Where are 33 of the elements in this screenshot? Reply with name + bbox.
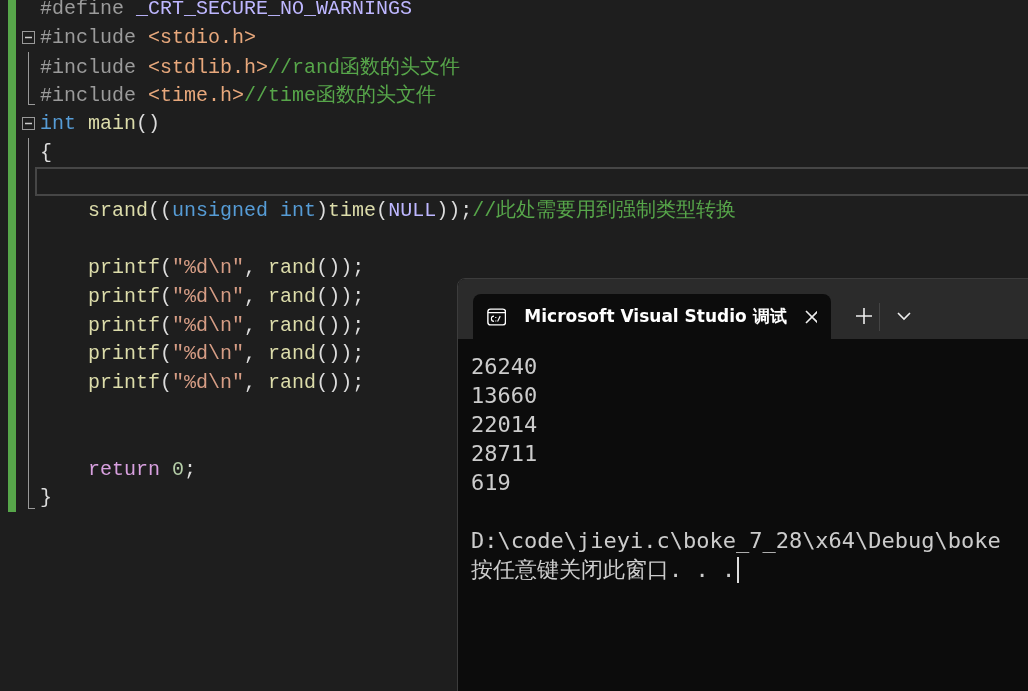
code-line: srand((unsigned int)time(NULL));//此处需要用到强制类型转换 — [87, 198, 737, 224]
console-output-line: 619 — [471, 469, 511, 497]
chevron-down-icon — [896, 311, 912, 321]
text-cursor — [737, 556, 740, 583]
console-icon — [487, 306, 507, 327]
collapse-icon[interactable] — [22, 30, 35, 44]
code-line: } — [40, 486, 52, 510]
console-output-line: 22014 — [471, 411, 538, 439]
plus-icon — [855, 307, 873, 325]
close-icon[interactable] — [804, 309, 817, 324]
console-output-line: 13660 — [471, 382, 538, 410]
console-output-line: D:\code\jieyi.c\boke_7_28\x64\Debug\boke — [471, 527, 1001, 555]
code-line: printf("%d\n", rand()); — [87, 342, 365, 366]
code-line: printf("%d\n", rand()); — [87, 313, 365, 337]
code-line: printf("%d\n", rand()); — [87, 371, 365, 395]
terminal-tab[interactable]: Microsoft Visual Studio 调试 — [473, 294, 831, 339]
console-output-line: 26240 — [471, 353, 538, 381]
code-line: int main() — [40, 112, 161, 136]
code-line: #include <time.h>//time函数的头文件 — [40, 83, 437, 109]
console-output-line: 28711 — [471, 440, 538, 468]
code-line: #include <stdio.h> — [40, 25, 257, 49]
code-line: #define _CRT_SECURE_NO_WARNINGS — [40, 0, 413, 20]
fold-end-line — [28, 80, 35, 106]
code-line: { — [40, 140, 52, 164]
collapse-icon[interactable] — [22, 117, 35, 131]
code-line: return 0; — [87, 457, 197, 481]
code-line: #include <stdlib.h>//rand函数的头文件 — [40, 54, 461, 80]
code-line: printf("%d\n", rand()); — [87, 256, 365, 280]
code-line: printf("%d\n", rand()); — [87, 284, 365, 308]
console-output-line: 按任意键关闭此窗口. . . — [471, 556, 736, 584]
fold-end-line — [28, 483, 35, 509]
fold-guide-line — [28, 51, 29, 81]
tab-title: Microsoft Visual Studio 调试 — [524, 305, 787, 328]
